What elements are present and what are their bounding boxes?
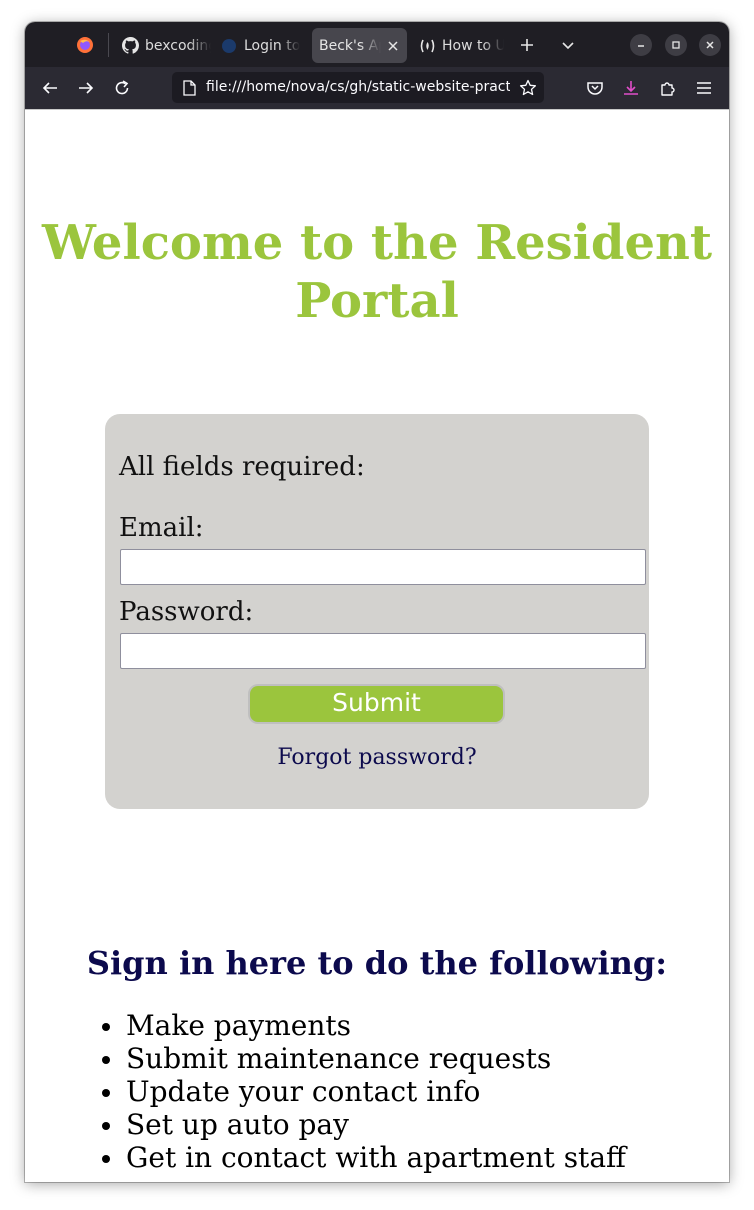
list-item: Set up auto pay xyxy=(102,1108,626,1141)
submit-button[interactable]: Submit xyxy=(248,684,505,724)
tab-login[interactable]: Login to xyxy=(220,28,308,63)
forward-arrow-icon[interactable] xyxy=(74,76,98,100)
window-close-icon[interactable] xyxy=(699,34,721,56)
forgot-password-link[interactable]: Forgot password? xyxy=(105,745,649,770)
password-label: Password: xyxy=(119,597,254,627)
page-title: Welcome to the Resident Portal xyxy=(41,215,713,329)
tab-strip: bexcoding Login to Beck's Apartments How… xyxy=(25,22,729,67)
tab-label: Beck's Apartments xyxy=(319,37,381,54)
list-tabs-chevron-down-icon[interactable] xyxy=(556,33,580,57)
list-item: Submit maintenance requests xyxy=(102,1042,626,1075)
email-label: Email: xyxy=(119,513,204,543)
freecodecamp-icon xyxy=(418,37,436,55)
list-item: Update your contact info xyxy=(102,1075,626,1108)
tab-label: bexcoding xyxy=(145,37,211,54)
page-document-icon xyxy=(181,79,197,96)
url-text[interactable]: file:///home/nova/cs/gh/static-website-p… xyxy=(206,72,510,103)
tab-label: How to Use xyxy=(442,37,504,54)
required-fields-note: All fields required: xyxy=(119,452,365,482)
features-heading: Sign in here to do the following: xyxy=(86,944,668,982)
new-tab-plus-icon[interactable] xyxy=(515,33,539,57)
tab-separator xyxy=(108,33,109,57)
maximize-icon[interactable] xyxy=(665,34,687,56)
list-item: Make payments xyxy=(102,1009,626,1042)
tab-label: Login to xyxy=(244,37,301,54)
login-form: All fields required: Email: Password: Su… xyxy=(105,414,649,809)
tab-how-to-use[interactable]: How to Use xyxy=(418,28,504,63)
pocket-icon[interactable] xyxy=(583,76,607,100)
close-icon[interactable] xyxy=(385,38,401,54)
password-field[interactable] xyxy=(120,633,646,669)
features-list: Make payments Submit maintenance request… xyxy=(102,1009,626,1174)
navigation-toolbar: file:///home/nova/cs/gh/static-website-p… xyxy=(25,67,729,109)
tab-becks-apartments[interactable]: Beck's Apartments xyxy=(312,28,407,63)
browser-window: bexcoding Login to Beck's Apartments How… xyxy=(25,22,729,1182)
bookmark-star-icon[interactable] xyxy=(518,78,537,97)
page-content: Welcome to the Resident Portal All field… xyxy=(25,109,729,1182)
firefox-view-icon[interactable] xyxy=(73,33,97,57)
reload-icon[interactable] xyxy=(110,76,134,100)
address-bar[interactable]: file:///home/nova/cs/gh/static-website-p… xyxy=(172,72,544,103)
github-icon xyxy=(121,37,139,55)
email-field[interactable] xyxy=(120,549,646,585)
downloads-icon[interactable] xyxy=(619,76,643,100)
extensions-puzzle-icon[interactable] xyxy=(656,76,680,100)
globe-icon xyxy=(220,37,238,55)
minimize-icon[interactable] xyxy=(630,34,652,56)
list-item: Get in contact with apartment staff xyxy=(102,1141,626,1174)
hamburger-menu-icon[interactable] xyxy=(692,76,716,100)
tab-github[interactable]: bexcoding xyxy=(119,28,211,63)
back-arrow-icon[interactable] xyxy=(38,76,62,100)
